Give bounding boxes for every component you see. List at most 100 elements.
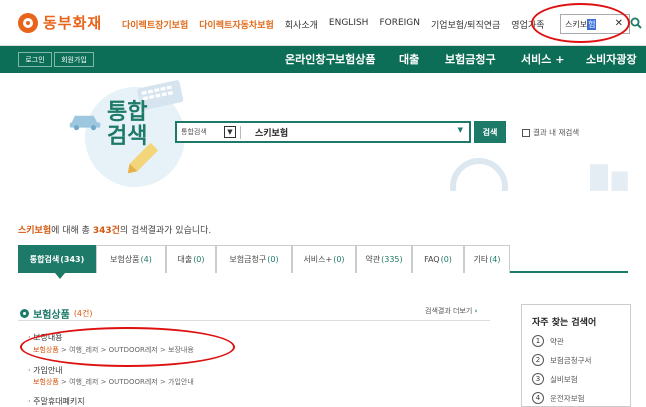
tab-products-label: 보험상품 (110, 255, 140, 264)
popular-keywords-panel: 자주 찾는 검색어 1 약관 2 보험금청구서 3 실비보험 4 운전자보험 (521, 304, 631, 407)
nav-consumer-plaza[interactable]: 소비자광장 (586, 46, 637, 73)
popular-keyword-item[interactable]: 1 약관 (532, 335, 564, 347)
result-item-path-text: > 여행_레저 > OUTDOOR레저 > 가입안내 (58, 378, 194, 386)
header-search-selected-text: 험 (587, 18, 597, 30)
tab-claims-label: 보험금청구 (229, 255, 267, 264)
search-separator (240, 126, 241, 139)
tab-products[interactable]: 보험상품 (4) (96, 245, 166, 273)
result-summary: 스키보험에 대해 총 343건의 검색결과가 있습니다. (18, 223, 211, 236)
top-links: 다이렉트장기보험 다이렉트자동차보험 회사소개 ENGLISH FOREIGN … (122, 18, 544, 31)
building-graphic-icon (590, 164, 628, 191)
section-bullet-icon (20, 309, 29, 318)
result-item-title-text: 가입안내 (33, 366, 63, 375)
tab-etc-label: 기타 (473, 255, 489, 264)
chevron-right-icon: › (474, 307, 478, 315)
search-icon[interactable] (630, 17, 642, 29)
popular-keyword-rank: 1 (532, 335, 544, 347)
popular-keyword-item[interactable]: 2 보험금청구서 (532, 354, 591, 366)
top-header: 동부화재 다이렉트장기보험 다이렉트자동차보험 회사소개 ENGLISH FOR… (0, 0, 646, 46)
nav-online-window[interactable]: 온라인창구 (285, 46, 336, 73)
tab-all-count: (343) (60, 255, 85, 264)
research-within-results[interactable]: 결과 내 재검색 (522, 127, 579, 138)
nav-services[interactable]: 서비스 + (521, 46, 564, 73)
link-company[interactable]: 회사소개 (285, 18, 318, 31)
result-item-title[interactable]: · 주말휴대폐키지 (28, 396, 85, 407)
dropdown-arrow-icon[interactable]: ▼ (458, 126, 463, 134)
tab-loans-label: 대출 (177, 255, 193, 264)
active-tab-pointer (55, 273, 65, 279)
header-search-input[interactable]: 스키보 험 ✕ (560, 14, 630, 34)
tab-terms[interactable]: 약관 (335) (356, 245, 412, 273)
main-search-box: 통합검색 ▼ 스키보험 ▼ (175, 121, 471, 143)
summary-count: 343건 (92, 226, 120, 236)
more-results-link[interactable]: 검색결과 더보기 › (425, 306, 477, 316)
tab-terms-label: 약관 (365, 255, 381, 264)
tab-services[interactable]: 서비스+ (0) (292, 245, 356, 273)
popular-keyword-rank: 2 (532, 354, 544, 366)
header-search-text: 스키보 (565, 19, 588, 29)
result-item-title-text: 주말휴대폐키지 (33, 397, 85, 406)
brand-name: 동부화재 (43, 14, 103, 32)
result-tabs: 통합검색 (343) 보험상품 (4) 대출 (0) 보험금청구 (0) 서비스+ (0)… (18, 245, 628, 273)
link-direct-auto[interactable]: 다이렉트자동차보험 (199, 18, 274, 31)
popular-keyword-rank: 4 (532, 392, 544, 404)
main-search-input[interactable]: 스키보험 (255, 126, 288, 139)
tab-claims[interactable]: 보험금청구 (0) (216, 245, 292, 273)
section-title-products: 보험상품 (4건) (20, 306, 93, 321)
section-title-text: 보험상품 (33, 310, 70, 321)
link-direct-long-term[interactable]: 다이렉트장기보험 (122, 18, 188, 31)
result-item-path[interactable]: 보험상품 > 여행_레저 > OUTDOOR레저 > 보장내용 (33, 345, 194, 355)
result-item-title-text: 보장내용 (33, 333, 63, 342)
popular-keyword-label: 보험금청구서 (550, 355, 592, 365)
close-icon[interactable]: ✕ (615, 18, 623, 29)
popular-keyword-item[interactable]: 4 운전자보험 (532, 392, 585, 404)
popular-keyword-rank: 3 (532, 373, 544, 385)
page-title-line2: 검색 (107, 124, 148, 149)
popular-keyword-item[interactable]: 3 실비보험 (532, 373, 578, 385)
login-button[interactable]: 로그인 (18, 52, 52, 67)
summary-text-2: 의 검색결과가 있습니다. (119, 226, 212, 236)
signup-button[interactable]: 회원가입 (54, 52, 94, 67)
research-checkbox[interactable] (522, 128, 530, 137)
summary-text-1: 에 대해 총 (51, 226, 93, 236)
result-item-path-text: > 여행_레저 > OUTDOOR레저 > 보장내용 (58, 346, 194, 354)
main-nav: 로그인 회원가입 온라인창구 보험상품 대출 보험금청구 서비스 + 소비자광장 (0, 46, 646, 73)
page-title-line1: 통합 (107, 100, 148, 125)
popular-keyword-label: 운전자보험 (550, 393, 585, 403)
link-english[interactable]: ENGLISH (329, 18, 369, 31)
tab-all-label: 통합검색 (29, 255, 60, 264)
nav-claims[interactable]: 보험금청구 (445, 46, 496, 73)
tab-services-label: 서비스+ (303, 255, 333, 264)
tab-all[interactable]: 통합검색 (343) (18, 245, 96, 273)
result-item-title[interactable]: · 보장내용 (28, 332, 63, 343)
tab-etc[interactable]: 기타 (4) (464, 245, 510, 273)
search-button[interactable]: 검색 (474, 121, 506, 143)
result-item-path[interactable]: 보험상품 > 여행_레저 > OUTDOOR레저 > 가입안내 (33, 377, 194, 387)
tab-faq[interactable]: FAQ (0) (412, 245, 464, 273)
tab-faq-label: FAQ (424, 255, 440, 264)
result-item-path-category: 보험상품 (33, 378, 59, 386)
chevron-down-icon[interactable]: ▼ (224, 126, 236, 138)
tab-faq-count: (0) (440, 255, 452, 264)
tab-loans-count: (0) (193, 255, 205, 264)
section-count: (4건) (73, 309, 93, 318)
tab-products-count: (4) (140, 255, 152, 264)
summary-keyword: 스키보험 (18, 226, 52, 236)
result-item-path-category: 보험상품 (33, 346, 59, 354)
page-title: 통합 검색 (107, 101, 147, 149)
tab-etc-count: (4) (489, 255, 501, 264)
link-foreign[interactable]: FOREIGN (379, 18, 420, 31)
logo-mark-icon (18, 12, 38, 33)
link-corporate[interactable]: 기업보험/퇴직연금 (431, 18, 500, 31)
nav-loans[interactable]: 대출 (399, 46, 419, 73)
search-category-select[interactable]: 통합검색 (181, 127, 207, 137)
tab-claims-count: (0) (267, 255, 279, 264)
search-hero: 통합 검색 통합검색 ▼ 스키보험 ▼ 검색 결과 내 재검색 (0, 73, 646, 191)
link-sales-family[interactable]: 영업가족 (511, 18, 544, 31)
brand-logo[interactable]: 동부화재 (18, 12, 102, 33)
tab-loans[interactable]: 대출 (0) (166, 245, 216, 273)
result-item-title[interactable]: · 가입안내 (28, 365, 63, 376)
section-divider (18, 320, 490, 321)
tab-terms-count: (335) (381, 255, 403, 264)
nav-insurance-products[interactable]: 보험상품 (335, 46, 375, 73)
